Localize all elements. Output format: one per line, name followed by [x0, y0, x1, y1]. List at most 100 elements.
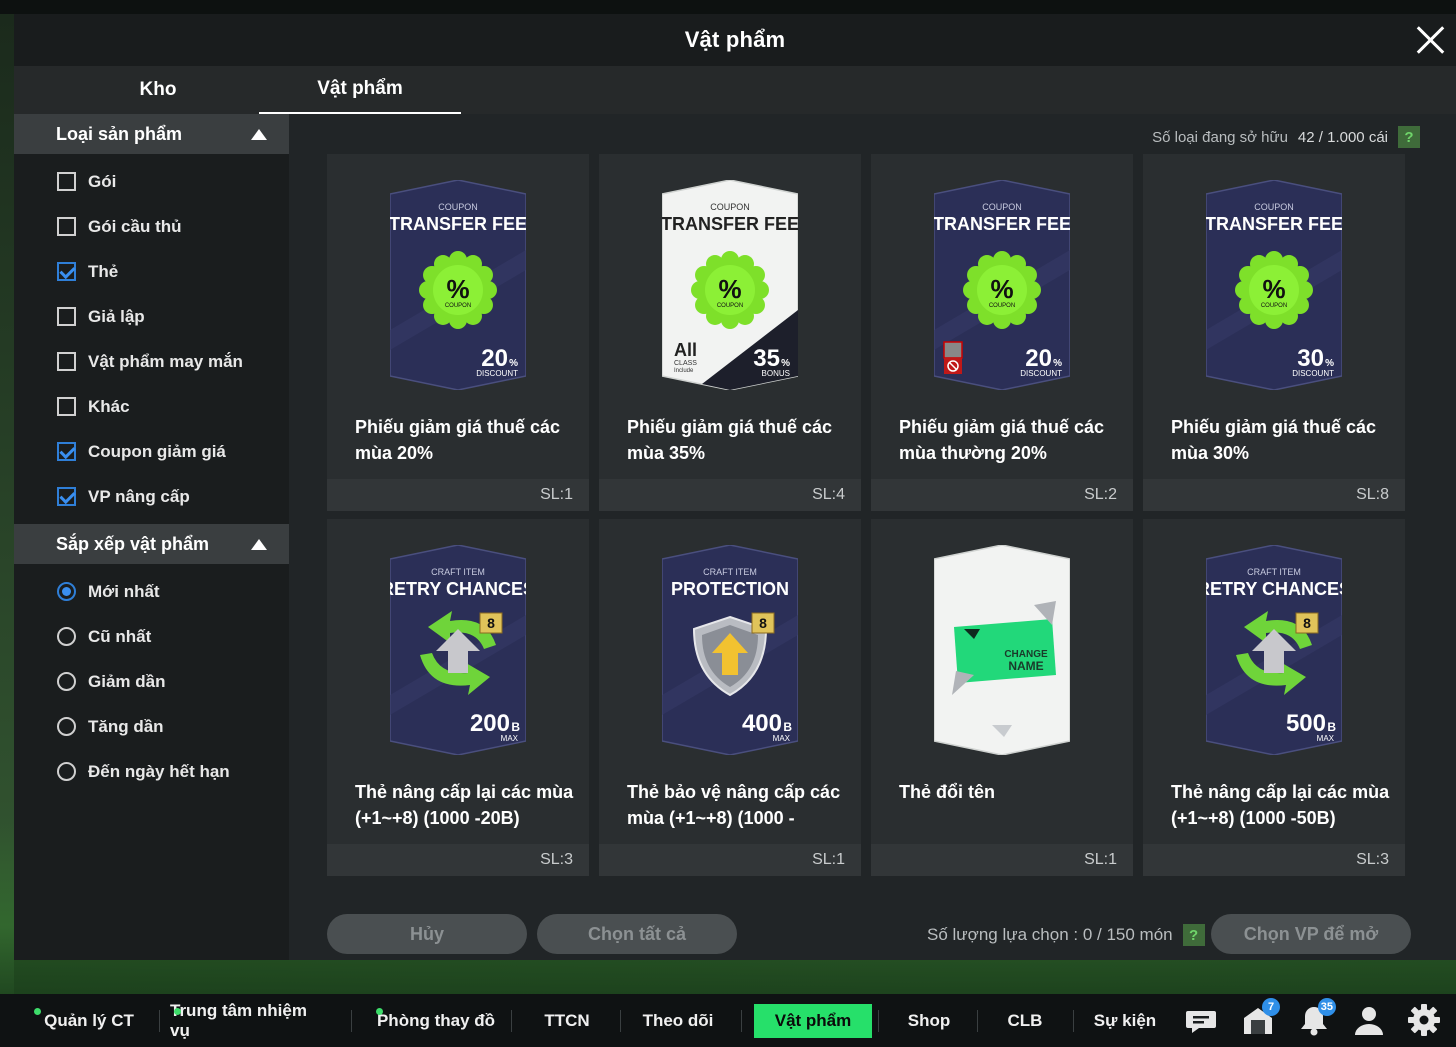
filter-option-3[interactable]: Thẻ [14, 249, 289, 294]
item-card[interactable]: CRAFT ITEM PROTECTION 8 400 B MAX Thẻ bảo vệ n… [599, 519, 861, 876]
nav-6[interactable]: Vật phẩm [754, 1003, 872, 1038]
checkbox[interactable] [57, 442, 76, 461]
open-selected-items-button[interactable]: Chọn VP để mở [1211, 914, 1411, 954]
radio-button[interactable] [57, 717, 76, 736]
bottom-navigation-bar: Quản lý CT Trung tâm nhiệm vụ Phòng thay đ… [0, 994, 1456, 1047]
filter-option-8[interactable]: VP nâng cấp [14, 474, 289, 519]
svg-text:8: 8 [759, 615, 767, 631]
nav-5[interactable]: Theo dõi [628, 1004, 728, 1038]
filter-option-label: Giả lập [88, 306, 145, 326]
svg-text:CRAFT ITEM: CRAFT ITEM [1247, 567, 1301, 577]
item-card[interactable]: CHANGE NAME Thẻ đổi tên SL:1 [871, 519, 1133, 876]
item-card-artwork: CRAFT ITEM RETRY CHANCES 8 500BMAX [1206, 545, 1342, 755]
item-card[interactable]: COUPON TRANSFER FEE% COUPON 35% BONUS All CLAS… [599, 154, 861, 511]
sort-option-label: Cũ nhất [88, 626, 152, 646]
close-icon[interactable] [1414, 24, 1446, 56]
checkbox[interactable] [57, 487, 76, 506]
checkbox[interactable] [57, 217, 76, 236]
nav-4[interactable]: TTCN [522, 1004, 612, 1038]
nav-2[interactable]: Trung tâm nhiệm vụ [170, 1000, 330, 1040]
sort-option-label: Mới nhất [88, 581, 160, 601]
filter-option-7[interactable]: Coupon giảm giá [14, 429, 289, 474]
nav-label: Trung tâm nhiệm vụ [170, 1000, 307, 1040]
nav-separator [511, 1009, 512, 1032]
item-card[interactable]: CRAFT ITEM RETRY CHANCES 8 500BMAX Thẻ nâng … [1143, 519, 1405, 876]
svg-text:8: 8 [1303, 615, 1311, 631]
nav-label: Sự kiện [1093, 1010, 1157, 1030]
item-card[interactable]: CRAFT ITEM RETRY CHANCES 8 200BMAX Thẻ nâng … [327, 519, 589, 876]
radio-button[interactable] [57, 627, 76, 646]
item-quantity: SL:8 [1356, 486, 1389, 503]
item-quantity-bar: SL:3 [1143, 844, 1405, 876]
sort-option-4[interactable]: Tăng dần [14, 704, 289, 749]
sort-option-3[interactable]: Giảm dần [14, 659, 289, 704]
nav-3[interactable]: Phòng thay đồ [372, 1004, 500, 1038]
modal-title: Vật phẩm [684, 27, 786, 52]
profile-icon[interactable] [1351, 1002, 1387, 1038]
svg-text:%: % [1053, 358, 1062, 369]
checkbox[interactable] [57, 307, 76, 326]
help-icon[interactable]: ? [1398, 126, 1420, 148]
nav-8[interactable]: CLB [980, 1004, 1070, 1038]
item-card[interactable]: COUPON TRANSFER FEE% COUPON 30% DISCOUNT Phiế… [1143, 154, 1405, 511]
tab-kho[interactable]: Kho [57, 66, 259, 114]
nav-9[interactable]: Sự kiện [1076, 1004, 1174, 1038]
settings-gear-icon[interactable] [1406, 1002, 1442, 1038]
svg-text:NAME: NAME [1008, 659, 1043, 673]
filter-option-5[interactable]: Vật phẩm may mắn [14, 339, 289, 384]
item-quantity-bar: SL:1 [871, 844, 1133, 876]
item-name: Phiếu giảm giá thuế các mùa thường 20% [899, 417, 1105, 463]
radio-button[interactable] [57, 582, 76, 601]
svg-text:%: % [509, 358, 518, 369]
item-card[interactable]: COUPON TRANSFER FEE% COUPON 20% DISCOUNT Phiế… [327, 154, 589, 511]
modal-header: Vật phẩm [14, 14, 1456, 66]
svg-text:COUPON: COUPON [982, 202, 1022, 212]
radio-button[interactable] [57, 672, 76, 691]
checkbox[interactable] [57, 352, 76, 371]
svg-text:COUPON: COUPON [989, 303, 1015, 309]
filter-option-label: Coupon giảm giá [88, 441, 226, 461]
inbox-icon[interactable]: 7 [1240, 998, 1280, 1038]
help-icon[interactable]: ? [1182, 924, 1205, 946]
item-quantity: SL:1 [1084, 851, 1117, 868]
svg-text:RETRY CHANCES: RETRY CHANCES [1206, 579, 1342, 599]
nav-1[interactable]: Quản lý CT [30, 1004, 148, 1038]
svg-text:DISCOUNT: DISCOUNT [1292, 369, 1334, 378]
filter-option-6[interactable]: Khác [14, 384, 289, 429]
nav-7[interactable]: Shop [884, 1004, 974, 1038]
sort-option-label: Giảm dần [88, 671, 166, 691]
cancel-button[interactable]: Hủy [327, 914, 527, 954]
item-card[interactable]: COUPON TRANSFER FEE% COUPON 20% DISCOUNT Phiế… [871, 154, 1133, 511]
nav-label: CLB [1007, 1010, 1043, 1030]
checkbox[interactable] [57, 172, 76, 191]
checkbox[interactable] [57, 262, 76, 281]
sort-option-1[interactable]: Mới nhất [14, 569, 289, 614]
svg-text:COUPON: COUPON [1254, 202, 1294, 212]
new-indicator-dot [376, 1007, 383, 1015]
filter-option-2[interactable]: Gói cầu thủ [14, 204, 289, 249]
items-modal: Vật phẩm Kho Vật phẩm Loại sản phẩm Gói G… [14, 14, 1456, 960]
chat-icon[interactable] [1183, 1002, 1219, 1038]
item-name: Thẻ bảo vệ nâng cấp các mùa (+1~+8) (100… [627, 782, 841, 828]
svg-text:20: 20 [1025, 345, 1052, 372]
filter-option-label: VP nâng cấp [88, 486, 190, 506]
sort-option-2[interactable]: Cũ nhất [14, 614, 289, 659]
notification-bell-icon[interactable]: 35 [1296, 998, 1336, 1038]
svg-text:Include: Include [674, 368, 694, 374]
nav-separator [878, 1009, 879, 1032]
sort-section-header[interactable]: Sắp xếp vật phẩm [14, 524, 289, 564]
sort-option-5[interactable]: Đến ngày hết hạn [14, 749, 289, 794]
item-name: Phiếu giảm giá thuế các mùa 30% [1171, 417, 1377, 463]
filter-option-1[interactable]: Gói [14, 159, 289, 204]
tab-vat-pham[interactable]: Vật phẩm [259, 66, 461, 114]
filter-option-label: Vật phẩm may mắn [88, 351, 243, 371]
radio-button[interactable] [57, 762, 76, 781]
select-all-button[interactable]: Chọn tất cả [537, 914, 737, 954]
sort-title: Sắp xếp vật phẩm [56, 533, 210, 554]
nav-separator [351, 1009, 352, 1032]
svg-text:COUPON: COUPON [438, 202, 478, 212]
item-card-artwork: CHANGE NAME [934, 545, 1070, 755]
product-type-section-header[interactable]: Loại sản phẩm [14, 114, 289, 154]
checkbox[interactable] [57, 397, 76, 416]
filter-option-4[interactable]: Giả lập [14, 294, 289, 339]
